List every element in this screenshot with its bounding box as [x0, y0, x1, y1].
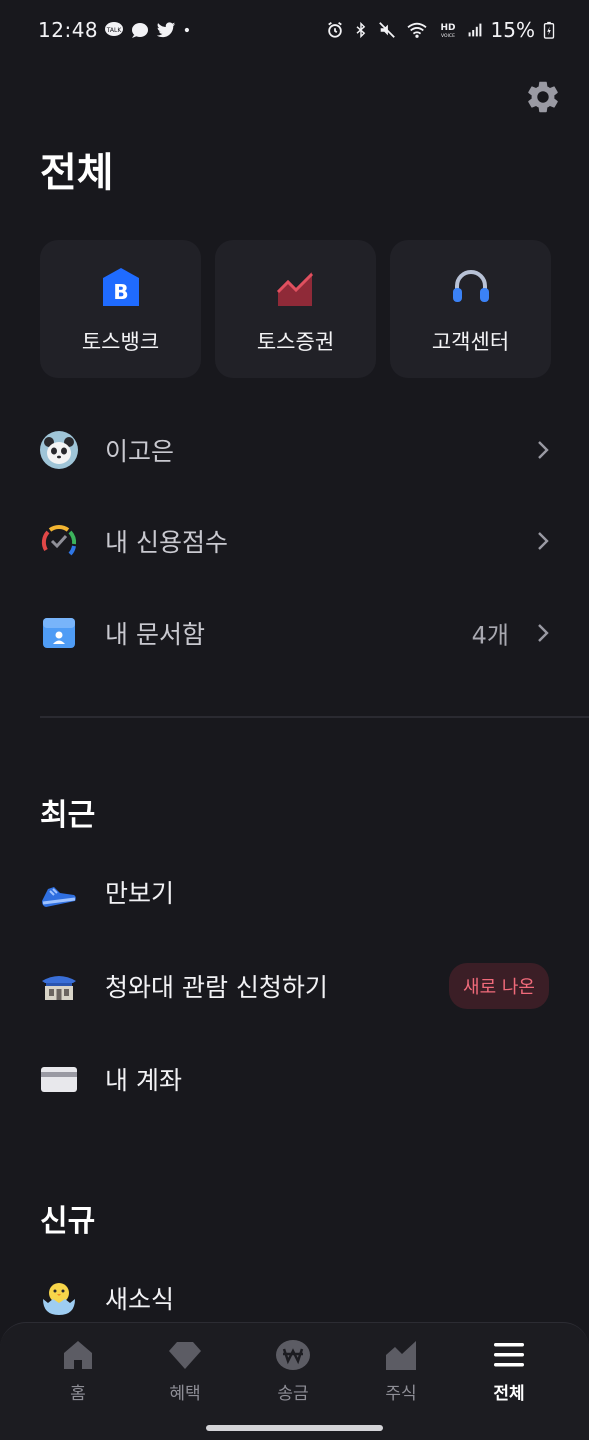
battery-icon	[543, 21, 555, 39]
section-title-recent: 최근	[40, 798, 96, 833]
kakaotalk-icon: TALK	[105, 22, 124, 36]
alarm-icon	[327, 22, 342, 38]
battery-percent: 15%	[490, 18, 535, 42]
bluetooth-icon	[356, 21, 365, 39]
nav-transfer[interactable]: 송금	[248, 1337, 338, 1407]
card-toss-bank[interactable]: B 토스뱅크	[40, 240, 201, 378]
svg-text:TALK: TALK	[106, 27, 123, 34]
nav-label: 송금	[277, 1384, 309, 1404]
svg-text:HD: HD	[440, 23, 455, 33]
headset-icon	[452, 270, 489, 302]
recent-item-my-account[interactable]: 내 계좌	[0, 1040, 589, 1118]
shortcut-cards: B 토스뱅크 토스증권 고객센터	[40, 240, 551, 378]
won-icon	[276, 1340, 310, 1370]
chevron-right-icon	[538, 532, 549, 550]
nav-label: 혜택	[169, 1384, 201, 1404]
home-icon	[64, 1341, 92, 1369]
menu-item-label: 만보기	[105, 879, 175, 908]
mute-icon	[378, 22, 395, 38]
credit-score-gauge-icon	[41, 525, 77, 556]
stock-chart-icon	[386, 1341, 416, 1370]
nav-benefits[interactable]: 혜택	[140, 1337, 230, 1407]
stock-chart-icon	[276, 272, 313, 306]
new-badge: 새로 나온	[449, 963, 549, 1009]
document-box-icon	[43, 618, 75, 648]
menu-item-label: 내 신용점수	[105, 528, 228, 557]
gem-icon	[169, 1342, 201, 1369]
nav-stocks[interactable]: 주식	[356, 1337, 446, 1407]
menu-item-label: 내 문서함	[105, 620, 205, 649]
hamburger-menu-icon	[494, 1343, 524, 1367]
card-label: 토스증권	[256, 330, 335, 354]
sneaker-icon	[42, 887, 76, 907]
nav-home[interactable]: 홈	[33, 1337, 123, 1407]
menu-item-documents[interactable]: 내 문서함 4개	[0, 594, 589, 672]
chevron-right-icon	[538, 441, 549, 459]
signal-icon	[468, 23, 481, 37]
section-title-new: 신규	[40, 1204, 96, 1239]
menu-item-label: 청와대 관람 신청하기	[105, 973, 328, 1002]
card-icon	[41, 1067, 77, 1092]
page-title: 전체	[40, 150, 114, 196]
bank-b-icon: B	[102, 268, 139, 306]
divider	[40, 716, 589, 718]
card-label: 고객센터	[431, 330, 510, 354]
status-bar: 12:48 TALK HD VOICE 15%	[0, 0, 589, 64]
status-time: 12:48	[38, 18, 99, 42]
status-right: HD VOICE 15%	[325, 18, 555, 42]
chat-bubble-icon	[132, 23, 149, 38]
card-customer-center[interactable]: 고객센터	[390, 240, 551, 378]
chevron-right-icon	[538, 624, 549, 642]
status-left: 12:48 TALK	[38, 18, 196, 42]
nav-label: 전체	[493, 1384, 525, 1404]
menu-item-label: 새소식	[105, 1285, 175, 1314]
menu-item-label: 내 계좌	[105, 1066, 182, 1095]
home-indicator[interactable]	[206, 1425, 383, 1431]
blue-house-icon	[42, 976, 76, 1000]
nav-label: 홈	[70, 1384, 86, 1404]
gear-icon	[528, 81, 558, 113]
menu-item-label: 이고은	[105, 437, 175, 466]
recent-item-blue-house[interactable]: 청와대 관람 신청하기 새로 나온	[0, 947, 589, 1025]
card-label: 토스뱅크	[81, 330, 160, 354]
svg-text:VOICE: VOICE	[441, 33, 455, 39]
panda-avatar-icon	[40, 431, 78, 469]
hd-voice-icon: HDVOICE	[440, 23, 455, 39]
nav-label: 주식	[385, 1384, 417, 1404]
document-count: 4개	[471, 621, 509, 650]
svg-text:B: B	[113, 280, 128, 304]
chick-egg-icon	[43, 1283, 75, 1315]
nav-all[interactable]: 전체	[464, 1337, 554, 1407]
bottom-nav: 홈 혜택 송금 주식 전체	[0, 1322, 589, 1440]
wifi-icon	[406, 22, 427, 38]
dot-icon	[184, 27, 190, 33]
card-toss-securities[interactable]: 토스증권	[215, 240, 376, 378]
menu-item-profile[interactable]: 이고은	[0, 411, 589, 489]
twitter-icon	[156, 22, 176, 38]
settings-button[interactable]	[522, 76, 564, 118]
recent-item-pedometer[interactable]: 만보기	[0, 853, 589, 931]
menu-item-credit-score[interactable]: 내 신용점수	[0, 502, 589, 580]
